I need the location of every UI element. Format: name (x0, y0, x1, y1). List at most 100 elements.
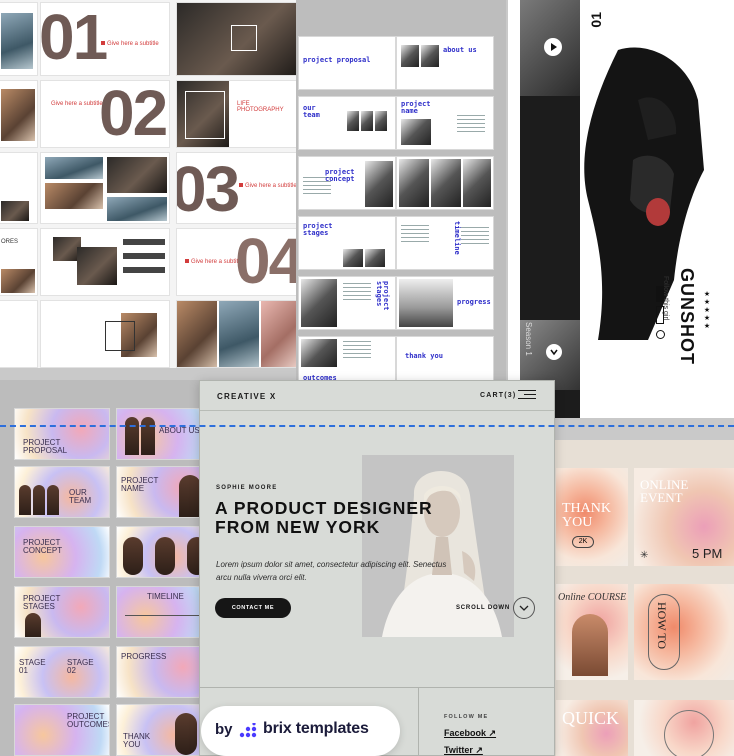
slide-life-photography: LIFE PHOTOGRAPHY (176, 80, 300, 148)
gallery-photo (107, 197, 167, 221)
bw-photo (463, 159, 491, 207)
site-logo[interactable]: CREATIVE X (217, 392, 276, 401)
chevron-down-icon[interactable] (513, 597, 535, 619)
slide-04: Give here a subtitle 04 (176, 228, 300, 296)
gslide-title: STAGE 01 (19, 658, 46, 675)
gslide-timeline: TIMELINE (116, 586, 210, 638)
divider (200, 410, 554, 411)
action-button[interactable] (656, 306, 664, 324)
text-lines (343, 341, 371, 361)
drone-photo (219, 301, 259, 367)
eslide-title: QUICK (562, 708, 619, 728)
gslide-name: PROJECT NAME (116, 466, 210, 518)
twitter-link[interactable]: Twitter ↗ (444, 745, 483, 755)
eslide-title: ONLINE EVENT (640, 477, 689, 505)
phone-photo (1, 13, 33, 69)
contact-me-button[interactable]: CONTACT ME (215, 598, 291, 618)
badge-name: brix templates (263, 720, 369, 737)
bw-photo (399, 159, 429, 207)
slide-01: 01 Give here a subtitle (40, 2, 170, 76)
bw-photo (431, 159, 461, 207)
text-bar (123, 253, 165, 259)
bw-photo (301, 339, 337, 367)
text-lines (457, 115, 485, 135)
chevron-down-icon[interactable] (546, 344, 562, 360)
person-photo (155, 537, 175, 575)
pslide-title: progress (457, 298, 491, 306)
timeline-line (125, 615, 205, 616)
bw-photo (365, 161, 393, 207)
dark-side-panel: Season 1 (520, 0, 580, 418)
gslide-title: PROJECT CONCEPT (23, 538, 63, 555)
person-photo (179, 475, 201, 517)
grid-photo (1, 201, 29, 221)
action-button[interactable] (656, 286, 664, 302)
gslide-stage-01-02: STAGE 01 STAGE 02 (14, 646, 110, 698)
share-icon[interactable] (656, 330, 665, 339)
gslide-title: PROJECT PROPOSAL (23, 438, 68, 455)
eslide-how-to: HOW TO (634, 584, 734, 680)
eslide-circle (634, 700, 734, 756)
slide-stores: ORES (0, 228, 38, 296)
facebook-link[interactable]: Facebook ↗ (444, 728, 496, 739)
gslide-thank-you: THANK YOU (116, 704, 210, 756)
pslide-stages-2: project stages (298, 276, 396, 330)
hero-description: Lorem ipsum dolor sit amet, consectetur … (216, 560, 447, 582)
brix-logo-icon (239, 722, 257, 739)
menu-icon[interactable] (518, 390, 536, 400)
crop-photo (1, 89, 35, 141)
play-icon[interactable] (544, 38, 562, 56)
pslide-title: thank you (405, 352, 443, 360)
slide-photo-crop (0, 80, 38, 148)
cart-link[interactable]: CART(3) (480, 392, 516, 399)
pslide-title: project name (401, 100, 431, 115)
badge-by: by (215, 721, 233, 738)
slide-03: 03 Give here a subtitle (176, 152, 300, 224)
slide-02: Give here a subtitle 02 (40, 80, 170, 148)
bw-photo (421, 45, 439, 67)
pslide-title: project stages (375, 281, 390, 311)
slide-collage (40, 228, 170, 296)
brix-templates-badge[interactable]: by brix templates (201, 706, 400, 756)
collage-online-event-slides: THANK YOU 2K ONLINE EVENT 5 PM ✳ Online … (552, 440, 734, 756)
bw-photo (375, 111, 387, 131)
slide-frames (40, 300, 170, 368)
collage-project-proposal-slides: project proposal about us our team proje… (296, 0, 506, 380)
pslide-progress: progress (396, 276, 494, 330)
slide-subtitle: Give here a subtitle (107, 41, 159, 47)
gslide-title: STAGE 02 (67, 658, 94, 675)
person-photo (123, 537, 143, 575)
divider (418, 687, 419, 755)
accent-dot (185, 259, 189, 263)
pslide-name: project name (396, 96, 494, 150)
pslide-team: our team (298, 96, 396, 150)
eslide-time: 5 PM (692, 546, 723, 561)
follow-me-label: FOLLOW ME (444, 714, 489, 720)
slide-phone-photo (0, 2, 38, 76)
pslide-title: timeline (453, 221, 461, 255)
accent-dot (239, 183, 243, 187)
scroll-down-label[interactable]: SCROLL DOWN (456, 605, 510, 611)
hero-headline: A PRODUCT DESIGNER FROM NEW YORK (215, 498, 433, 537)
gslide-title: THANK YOU (123, 732, 151, 749)
gslide-title: PROJECT NAME (121, 476, 159, 493)
gslide-outcomes: PROJECT OUTCOMES (14, 704, 110, 756)
gslide-concept: PROJECT CONCEPT (14, 526, 110, 578)
slide-number: 03 (176, 153, 240, 224)
bw-photo (401, 119, 431, 145)
gslide-progress: PROGRESS (116, 646, 210, 698)
accent-dot (101, 41, 105, 45)
person-photo (125, 417, 139, 455)
bw-photo (301, 279, 337, 327)
bw-photo (361, 111, 373, 131)
slide-number: 01 (40, 2, 108, 73)
person-photo (19, 485, 31, 515)
pslide-title: our team (303, 104, 320, 119)
rating-stars: ★★★★★ (703, 290, 710, 330)
bw-photo (365, 249, 385, 267)
person-photo (141, 417, 155, 455)
gslide-proposal: PROJECT PROPOSAL (14, 408, 110, 460)
person-photo (33, 485, 45, 515)
gunshot-title: GUNSHOT (677, 268, 697, 365)
eslide-button[interactable]: 2K (572, 536, 594, 548)
